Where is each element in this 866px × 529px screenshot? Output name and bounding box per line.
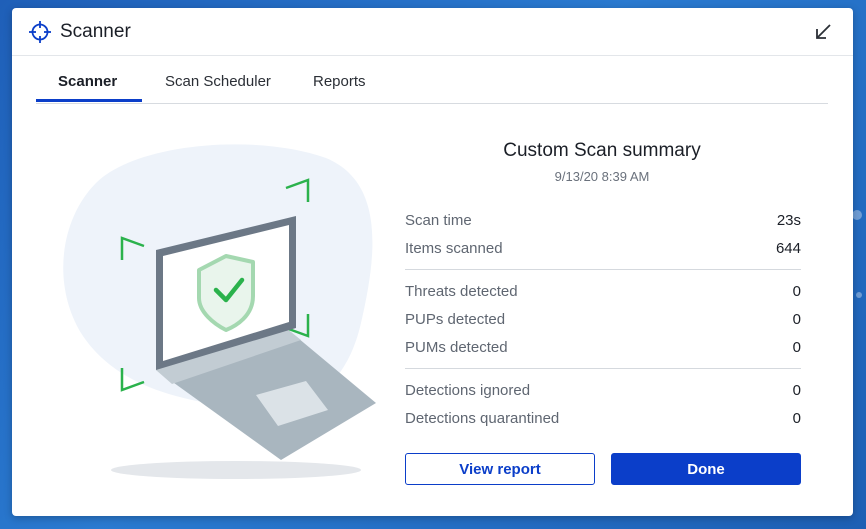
window-title: Scanner — [60, 21, 131, 42]
divider — [405, 269, 801, 270]
row-label: Detections quarantined — [405, 410, 560, 427]
done-button[interactable]: Done — [611, 453, 801, 485]
row-label: Detections ignored — [405, 382, 531, 399]
title-bar: Scanner — [12, 8, 853, 56]
row-label: Items scanned — [405, 240, 503, 257]
tab-reports[interactable]: Reports — [313, 73, 366, 90]
row-threats-detected: Threats detected 0 — [405, 283, 801, 305]
row-detections-ignored: Detections ignored 0 — [405, 382, 801, 404]
row-label: Threats detected — [405, 283, 518, 300]
background-dot — [856, 292, 862, 298]
divider — [405, 368, 801, 369]
active-tab-indicator — [36, 99, 142, 102]
row-label: PUPs detected — [405, 311, 506, 328]
row-pups-detected: PUPs detected 0 — [405, 311, 801, 333]
row-value: 0 — [792, 410, 801, 427]
arrow-down-left-icon[interactable] — [811, 20, 835, 44]
tab-bar: Scanner Scan Scheduler Reports — [36, 56, 828, 104]
row-label: Scan time — [405, 212, 472, 229]
background-dot — [852, 210, 862, 220]
row-scan-time: Scan time 23s — [405, 212, 801, 234]
view-report-button[interactable]: View report — [405, 453, 595, 485]
row-value: 0 — [792, 339, 801, 356]
laptop-shield-check-illustration — [63, 144, 376, 479]
summary-title: Custom Scan summary — [503, 140, 701, 161]
row-items-scanned: Items scanned 644 — [405, 240, 801, 262]
row-value: 644 — [775, 240, 801, 257]
crosshair-icon — [29, 21, 51, 43]
tab-scan-scheduler[interactable]: Scan Scheduler — [165, 73, 271, 90]
row-detections-quarantined: Detections quarantined 0 — [405, 410, 801, 432]
row-value: 0 — [792, 311, 801, 328]
row-pums-detected: PUMs detected 0 — [405, 339, 801, 361]
tab-scanner[interactable]: Scanner — [58, 73, 117, 90]
scanner-window: Scanner Scanner Scan Scheduler Reports C… — [12, 8, 853, 516]
summary-date: 9/13/20 8:39 AM — [554, 169, 650, 184]
row-value: 0 — [792, 283, 801, 300]
row-label: PUMs detected — [405, 339, 508, 356]
row-value: 23s — [776, 212, 801, 229]
row-value: 0 — [792, 382, 801, 399]
